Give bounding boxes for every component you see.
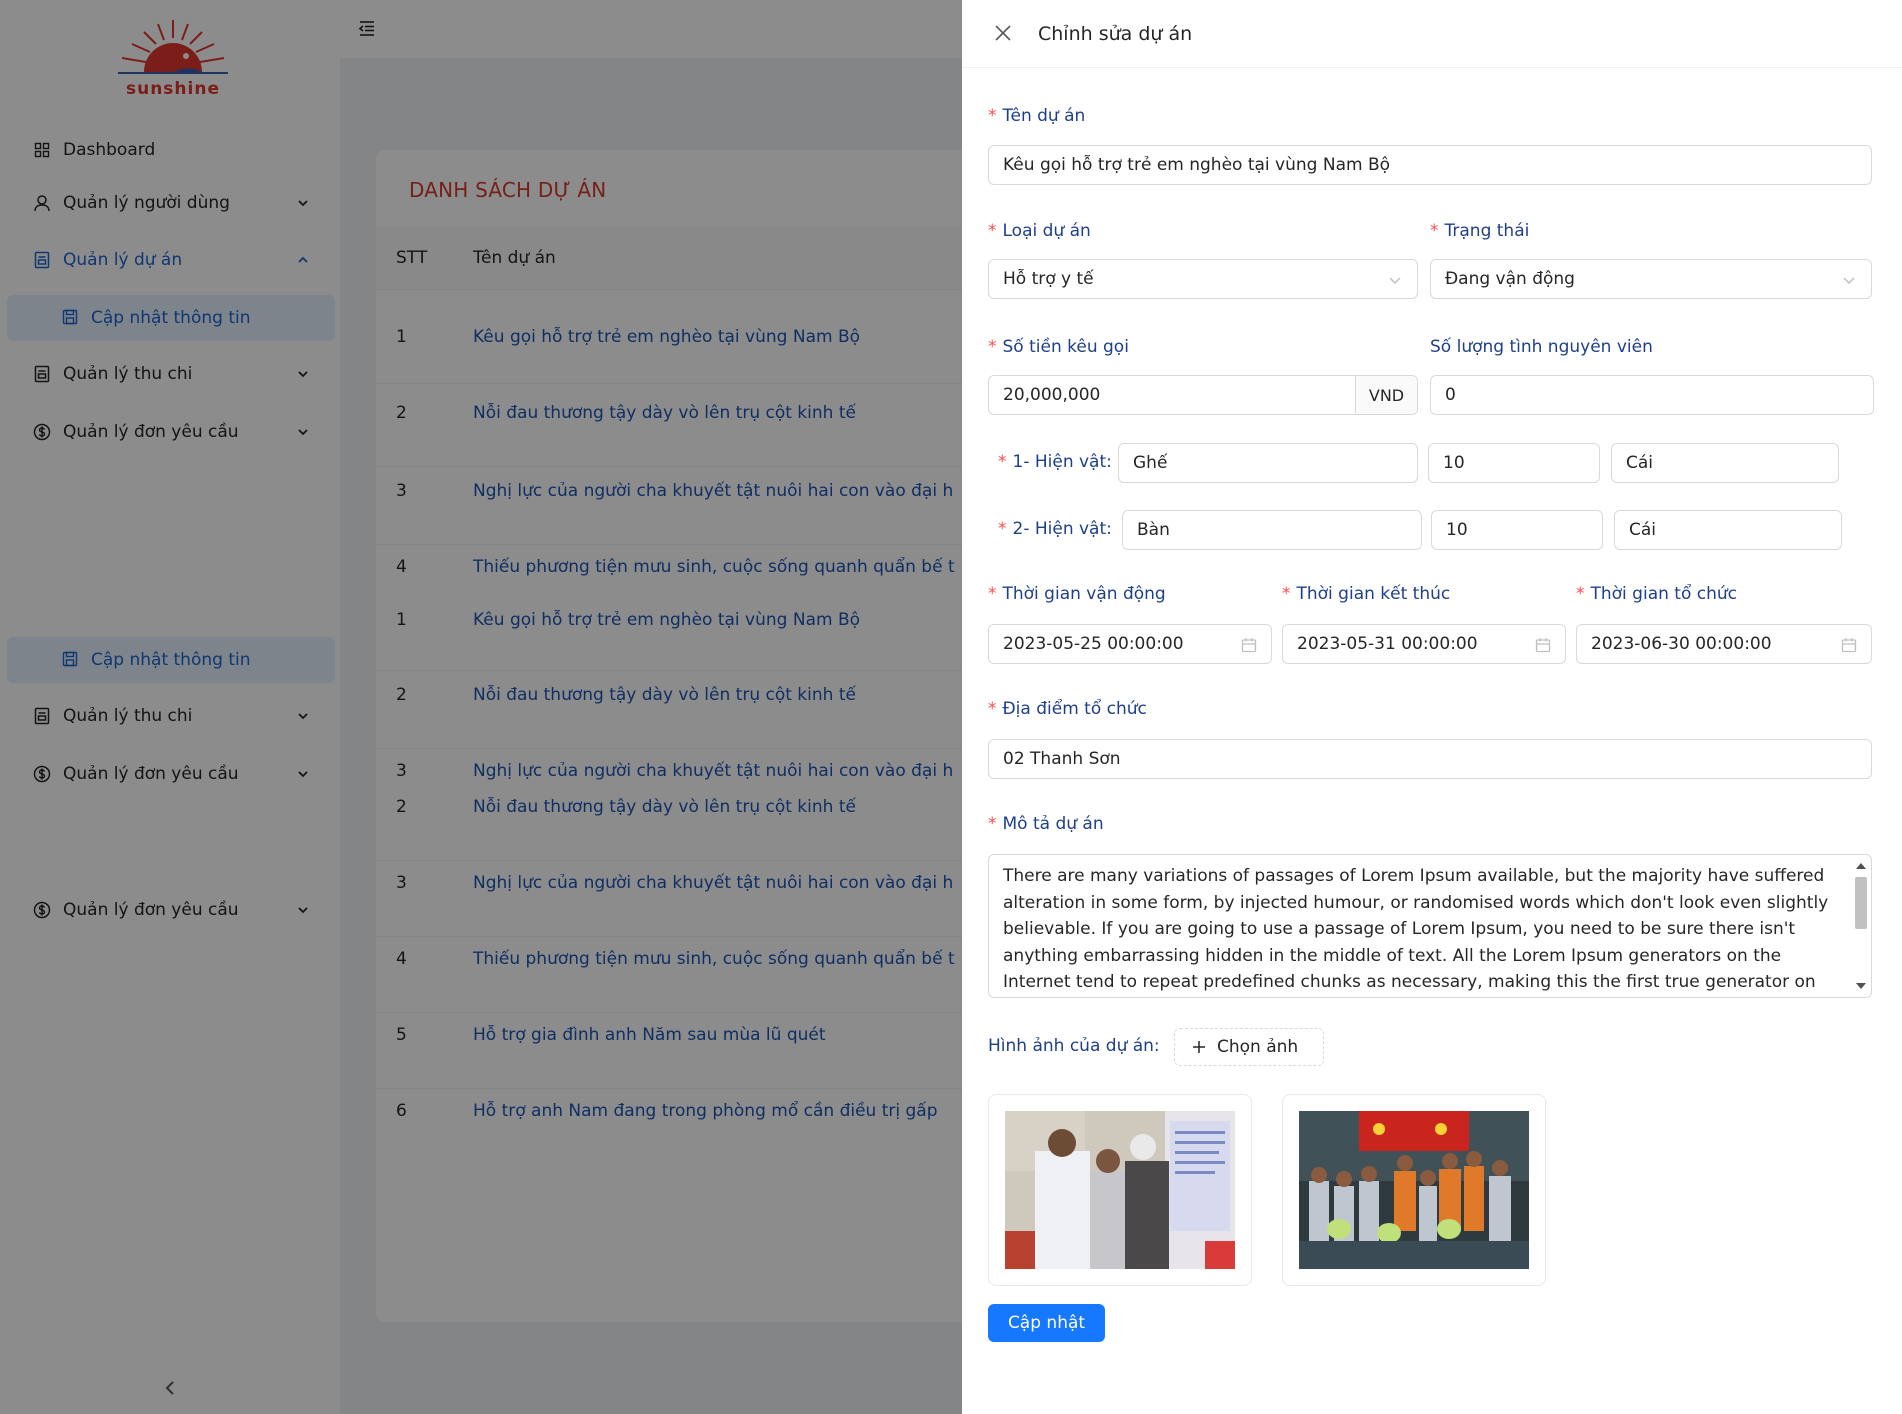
drawer-title: Chỉnh sửa dự án — [1038, 23, 1193, 45]
location-input[interactable]: 02 Thanh Sơn — [988, 739, 1872, 779]
item-2-label: * 2- Hiện vật: — [998, 519, 1112, 539]
item-1-quantity-input[interactable]: 10 — [1428, 443, 1600, 483]
item-1-label: * 1- Hiện vật: — [998, 452, 1112, 472]
choose-image-label: Chọn ảnh — [1217, 1037, 1299, 1057]
project-photo-1 — [1005, 1111, 1235, 1269]
description-textarea[interactable]: There are many variations of passages of… — [988, 854, 1872, 998]
item-2-quantity-input[interactable]: 10 — [1431, 510, 1603, 550]
images-label: Hình ảnh của dự án: — [988, 1036, 1160, 1056]
label-text: 1- Hiện vật: — [1012, 452, 1112, 472]
label-text: Số tiền kêu gọi — [1002, 337, 1129, 357]
scroll-thumb[interactable] — [1855, 877, 1867, 929]
input-value: 10 — [1446, 520, 1468, 540]
item-2-name-input[interactable]: Bàn — [1122, 510, 1422, 550]
volunteers-label: Số lượng tình nguyên viên — [1430, 337, 1653, 357]
calendar-icon — [1535, 638, 1551, 653]
amount-label: * Số tiền kêu gọi — [988, 337, 1129, 357]
update-button[interactable]: Cập nhật — [988, 1304, 1105, 1342]
drawer-header: Chỉnh sửa dự án — [962, 0, 1902, 68]
scroll-down-arrow-icon[interactable] — [1856, 983, 1866, 989]
input-value: Cái — [1626, 453, 1654, 473]
image-thumbnail[interactable] — [988, 1094, 1252, 1286]
calendar-icon — [1841, 638, 1857, 653]
calendar-icon — [1241, 638, 1257, 653]
label-text: Loại dự án — [1002, 221, 1091, 241]
choose-image-button[interactable]: Chọn ảnh — [1174, 1028, 1324, 1066]
input-value: Cái — [1629, 520, 1657, 540]
item-1-name-input[interactable]: Ghế — [1118, 443, 1418, 483]
chevron-down-icon — [1843, 277, 1855, 285]
required-mark: * — [988, 221, 997, 241]
chevron-down-icon — [1389, 277, 1401, 285]
end-time-picker[interactable]: 2023-05-31 00:00:00 — [1282, 624, 1566, 664]
image-thumbnail[interactable] — [1282, 1094, 1546, 1286]
campaign-time-picker[interactable]: 2023-05-25 00:00:00 — [988, 624, 1272, 664]
required-mark: * — [1282, 584, 1291, 604]
required-mark: * — [1430, 221, 1439, 241]
input-value: 10 — [1443, 453, 1465, 473]
scroll-up-arrow-icon[interactable] — [1856, 863, 1866, 869]
required-mark: * — [988, 106, 997, 126]
required-mark: * — [998, 519, 1007, 539]
input-value: 0 — [1445, 385, 1456, 405]
label-text: Tên dự án — [1002, 106, 1086, 126]
required-mark: * — [998, 452, 1007, 472]
textarea-content: There are many variations of passages of… — [1003, 866, 1829, 992]
input-value: 2023-05-31 00:00:00 — [1297, 634, 1478, 654]
label-text: Mô tả dự án — [1002, 814, 1104, 834]
label-text: Thời gian vận động — [1002, 584, 1166, 604]
select-value: Đang vận động — [1445, 269, 1575, 289]
label-text: Thời gian tổ chức — [1590, 584, 1738, 604]
required-mark: * — [988, 699, 997, 719]
required-mark: * — [988, 814, 997, 834]
input-value: Kêu gọi hỗ trợ trẻ em nghèo tại vùng Nam… — [1003, 155, 1391, 175]
end-time-label: * Thời gian kết thúc — [1282, 584, 1450, 604]
event-time-label: * Thời gian tổ chức — [1576, 584, 1737, 604]
description-label: * Mô tả dự án — [988, 814, 1104, 834]
volunteers-input[interactable]: 0 — [1430, 375, 1874, 415]
amount-input[interactable]: 20,000,000 VND — [988, 375, 1418, 415]
input-value: Bàn — [1137, 520, 1170, 540]
currency-suffix: VND — [1355, 376, 1417, 414]
label-text: Thời gian kết thúc — [1296, 584, 1451, 604]
edit-project-drawer: Chỉnh sửa dự án * Tên dự án Kêu gọi hỗ tr… — [962, 0, 1902, 1414]
label-text: 2- Hiện vật: — [1012, 519, 1112, 539]
required-mark: * — [988, 337, 997, 357]
required-mark: * — [988, 584, 997, 604]
close-icon[interactable] — [994, 24, 1012, 42]
label-text: Địa điểm tổ chức — [1002, 699, 1147, 719]
required-mark: * — [1576, 584, 1585, 604]
project-type-label: * Loại dự án — [988, 221, 1091, 241]
input-value: 2023-06-30 00:00:00 — [1591, 634, 1772, 654]
input-value: 20,000,000 — [1003, 385, 1101, 405]
campaign-time-label: * Thời gian vận động — [988, 584, 1166, 604]
textarea-scrollbar[interactable] — [1853, 859, 1869, 993]
project-type-select[interactable]: Hỗ trợ y tế — [988, 259, 1418, 299]
event-time-picker[interactable]: 2023-06-30 00:00:00 — [1576, 624, 1872, 664]
plus-icon — [1193, 1041, 1205, 1053]
status-select[interactable]: Đang vận động — [1430, 259, 1872, 299]
item-1-unit-input[interactable]: Cái — [1611, 443, 1839, 483]
input-value: 02 Thanh Sơn — [1003, 749, 1121, 769]
project-name-label: * Tên dự án — [988, 106, 1085, 126]
project-name-input[interactable]: Kêu gọi hỗ trợ trẻ em nghèo tại vùng Nam… — [988, 145, 1872, 185]
item-2-unit-input[interactable]: Cái — [1614, 510, 1842, 550]
location-label: * Địa điểm tổ chức — [988, 699, 1147, 719]
project-photo-2 — [1299, 1111, 1529, 1269]
label-text: Trạng thái — [1444, 221, 1530, 241]
select-value: Hỗ trợ y tế — [1003, 269, 1094, 289]
input-value: Ghế — [1133, 453, 1168, 473]
input-value: 2023-05-25 00:00:00 — [1003, 634, 1184, 654]
status-label: * Trạng thái — [1430, 221, 1529, 241]
